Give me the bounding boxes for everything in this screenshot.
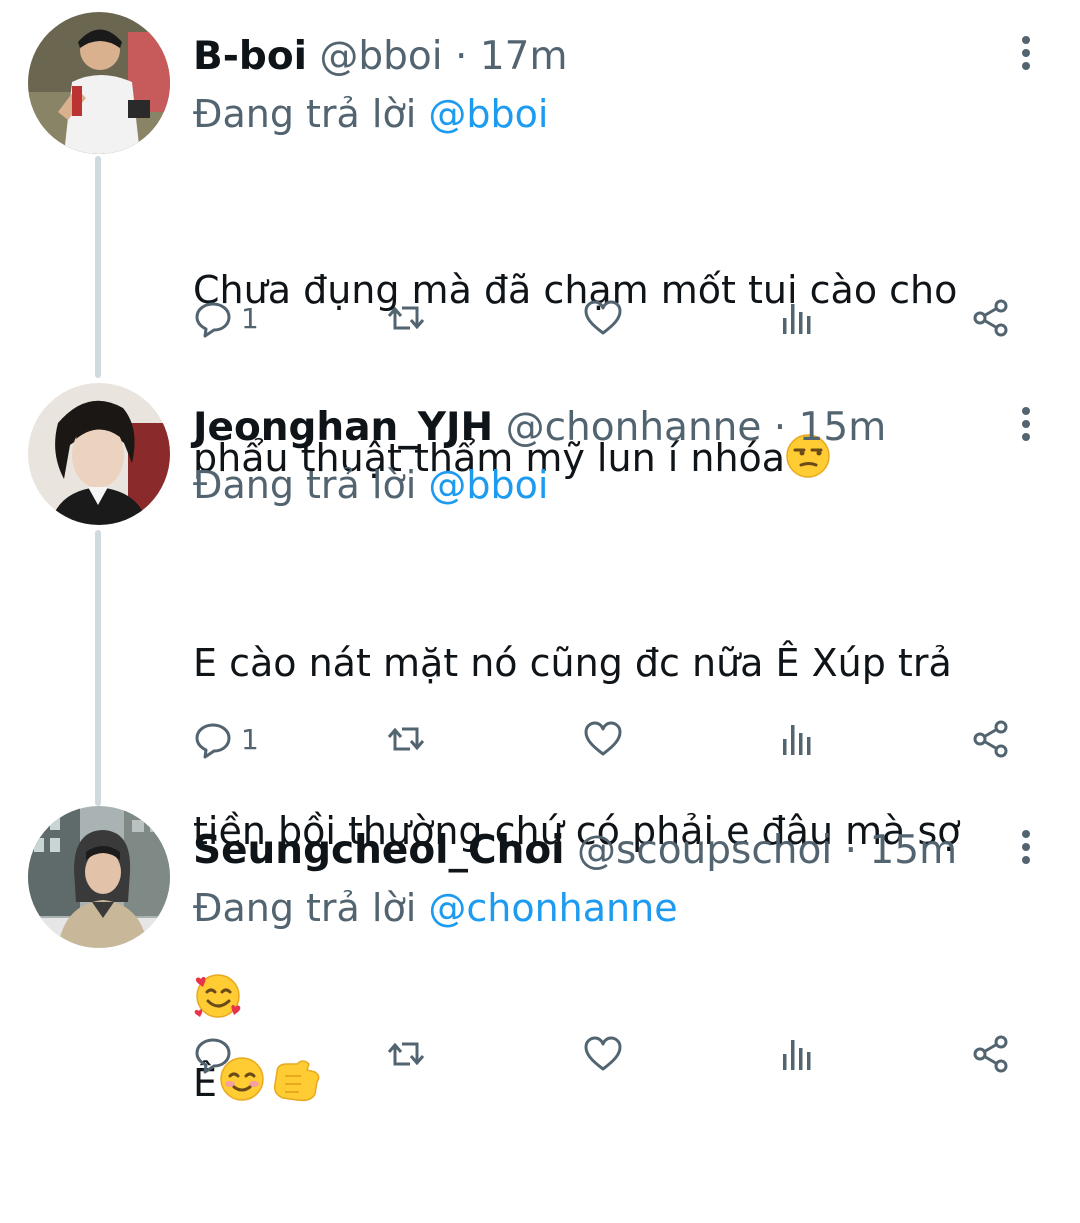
timestamp[interactable]: 17m: [480, 34, 568, 79]
retweet-button[interactable]: [386, 1032, 426, 1076]
reply-count: 1: [241, 722, 259, 756]
share-button[interactable]: [971, 717, 1011, 761]
retweet-icon: [387, 1042, 425, 1066]
timestamp[interactable]: 15m: [799, 405, 887, 450]
separator: ·: [455, 34, 468, 79]
views-button[interactable]: [777, 717, 817, 761]
replying-to: Đang trả lời @bboi: [193, 86, 548, 142]
reply-icon: [195, 1038, 231, 1074]
mention-link[interactable]: @bboi: [428, 463, 548, 507]
views-icon: [783, 304, 811, 334]
avatar-image: [28, 383, 170, 525]
retweet-icon: [387, 306, 425, 330]
like-button[interactable]: [583, 1032, 623, 1076]
replying-to: Đang trả lời @chonhanne: [193, 880, 678, 936]
reply-button[interactable]: [193, 1032, 241, 1076]
tweet-actions: 1: [193, 717, 1033, 761]
share-icon: [973, 720, 1008, 758]
more-vertical-icon[interactable]: [1016, 407, 1036, 447]
mention-link[interactable]: @bboi: [428, 92, 548, 136]
tweet[interactable]: B-boi @bboi · 17m Đang trả lời @bboi Chư…: [0, 12, 1080, 480]
share-icon: [973, 1035, 1008, 1073]
reply-button[interactable]: 1: [193, 717, 259, 761]
retweet-icon: [387, 727, 425, 751]
tweet[interactable]: Jeonghan_YJH @chonhanne · 15m Đang trả l…: [0, 383, 1080, 1018]
display-name[interactable]: Seungcheol_Choi: [193, 828, 565, 873]
replying-to-label: Đang trả lời: [193, 463, 417, 507]
username[interactable]: @bboi: [319, 34, 442, 79]
avatar[interactable]: [28, 806, 170, 948]
separator: ·: [844, 828, 858, 873]
tweet-header: Jeonghan_YJH @chonhanne · 15m: [193, 397, 1000, 459]
reply-thread: B-boi @bboi · 17m Đang trả lời @bboi Chư…: [0, 0, 1080, 1105]
tweet[interactable]: Seungcheol_Choi @scoupschoi · 15m Đang t…: [0, 806, 1080, 1105]
tweet-text-line: E cào nát mặt nó cũng đc nữa Ê Xúp trả: [193, 641, 952, 685]
like-button[interactable]: [583, 717, 623, 761]
separator: ·: [773, 405, 787, 450]
replying-to-label: Đang trả lời: [193, 886, 417, 930]
display-name[interactable]: Jeonghan_YJH: [193, 405, 493, 450]
avatar[interactable]: [28, 383, 170, 525]
reply-button[interactable]: 1: [193, 296, 259, 340]
display-name[interactable]: B-boi: [193, 34, 307, 79]
share-button[interactable]: [971, 296, 1011, 340]
heart-icon: [584, 721, 622, 756]
tweet-text: Ê: [193, 942, 1033, 1223]
avatar-image: [28, 12, 170, 154]
tweet-header: Seungcheol_Choi @scoupschoi · 15m: [193, 820, 1000, 882]
timestamp[interactable]: 15m: [869, 828, 957, 873]
share-button[interactable]: [971, 1032, 1011, 1076]
more-vertical-icon[interactable]: [1016, 36, 1036, 76]
reply-icon: [195, 302, 231, 338]
share-icon: [973, 299, 1008, 337]
like-button[interactable]: [583, 296, 623, 340]
username[interactable]: @chonhanne: [506, 405, 762, 450]
more-vertical-icon[interactable]: [1016, 830, 1036, 870]
reply-icon: [195, 723, 231, 759]
heart-icon: [584, 300, 622, 335]
heart-icon: [584, 1036, 622, 1071]
views-button[interactable]: [777, 296, 817, 340]
reply-count: 1: [241, 301, 259, 335]
retweet-button[interactable]: [386, 717, 426, 761]
replying-to: Đang trả lời @bboi: [193, 457, 548, 513]
retweet-button[interactable]: [386, 296, 426, 340]
username[interactable]: @scoupschoi: [577, 828, 832, 873]
replying-to-label: Đang trả lời: [193, 92, 417, 136]
mention-link[interactable]: @chonhanne: [428, 886, 677, 930]
avatar[interactable]: [28, 12, 170, 154]
tweet-actions: 1: [193, 296, 1033, 340]
views-button[interactable]: [777, 1032, 817, 1076]
avatar-image: [28, 806, 170, 948]
views-icon: [783, 725, 811, 755]
tweet-header: B-boi @bboi · 17m: [193, 26, 1000, 88]
views-icon: [783, 1040, 811, 1070]
tweet-actions: [193, 1032, 1033, 1076]
